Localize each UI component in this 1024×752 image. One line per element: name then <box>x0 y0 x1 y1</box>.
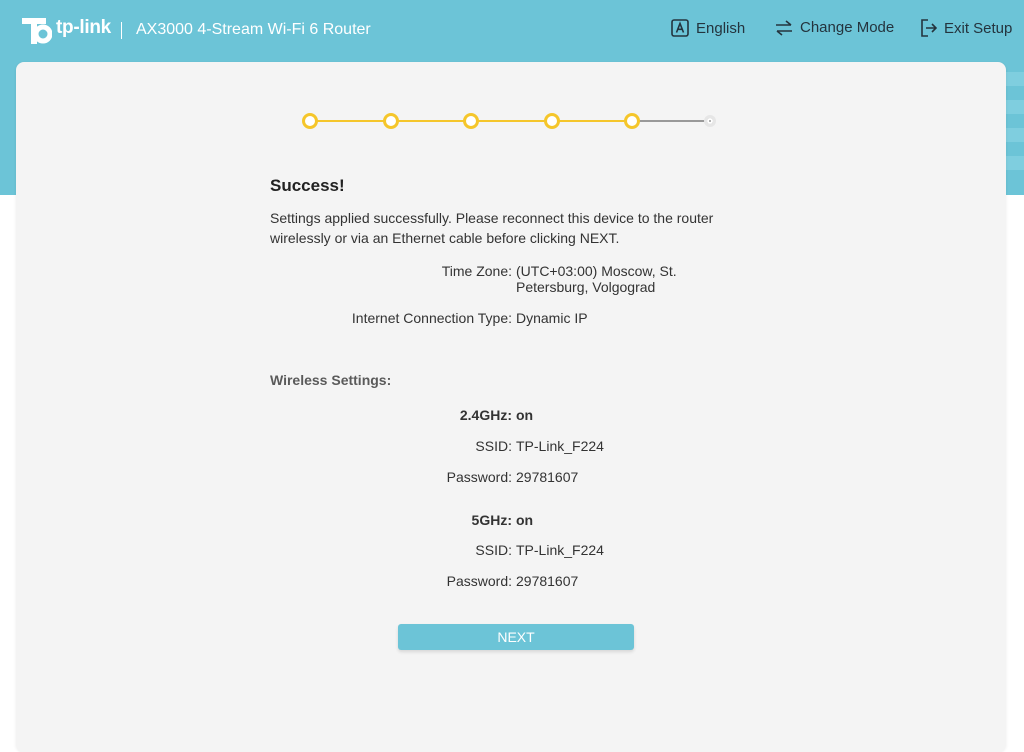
band-5-ssid-value: TP-Link_F224 <box>516 542 604 558</box>
exit-icon <box>921 19 937 37</box>
language-selector[interactable]: English <box>671 19 745 37</box>
band-5-status: on <box>516 512 534 528</box>
change-mode-button[interactable]: Change Mode <box>775 19 894 36</box>
band-24-ssid-value: TP-Link_F224 <box>516 438 604 454</box>
band-5-password-value: 29781607 <box>516 573 579 589</box>
password-label: Password: <box>446 573 512 589</box>
connection-type-value: Dynamic IP <box>516 310 588 326</box>
change-mode-icon <box>776 19 792 36</box>
time-zone-value: (UTC+03:00) Moscow, St. Petersburg, Volg… <box>516 263 677 295</box>
step-6 <box>704 115 716 127</box>
band-24-status: on <box>516 407 534 423</box>
ssid-label: SSID: <box>475 438 512 454</box>
logo-text: tp-link <box>56 17 111 38</box>
password-label: Password: <box>446 469 512 485</box>
language-icon <box>671 19 689 37</box>
exit-setup-button[interactable]: Exit Setup <box>920 19 1012 37</box>
change-mode-label: Change Mode <box>800 19 895 36</box>
ssid-label: SSID: <box>475 542 512 558</box>
band-24-password-value: 29781607 <box>516 469 579 485</box>
step-4 <box>544 113 560 129</box>
progress-stepper <box>16 62 1006 182</box>
language-label: English <box>696 19 746 37</box>
top-header: tp-link AX3000 4-Stream Wi-Fi 6 Router E… <box>0 0 1024 62</box>
band-24-label: 2.4GHz: <box>459 407 512 423</box>
time-zone-label: Time Zone: <box>441 263 512 279</box>
step-2 <box>383 113 399 129</box>
product-title: AX3000 4-Stream Wi-Fi 6 Router <box>136 21 371 38</box>
step-1 <box>302 113 318 129</box>
band-5-label: 5GHz: <box>471 512 512 528</box>
header-divider <box>121 22 122 39</box>
step-3 <box>463 113 479 129</box>
next-button[interactable]: NEXT <box>398 624 634 650</box>
step-5 <box>624 113 640 129</box>
wireless-settings-heading: Wireless Settings: <box>270 372 392 388</box>
page-title: Success! <box>270 176 345 195</box>
connection-type-label: Internet Connection Type: <box>351 310 512 326</box>
step-line-pending <box>632 120 712 122</box>
tp-link-logo-icon <box>22 18 52 44</box>
exit-setup-label: Exit Setup <box>944 19 1013 37</box>
success-message: Settings applied successfully. Please re… <box>270 210 714 246</box>
brand-logo: tp-link <box>16 10 111 46</box>
setup-card: Success! Settings applied successfully. … <box>16 62 1006 752</box>
